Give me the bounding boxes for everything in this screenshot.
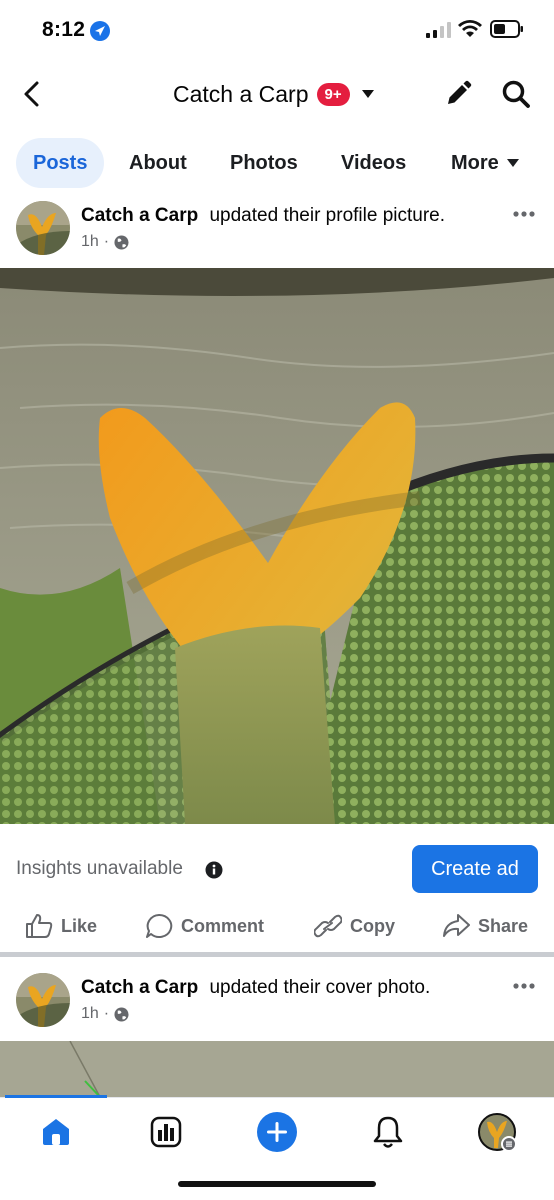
comment-button[interactable]: Comment [145,905,264,947]
post-action-text: updated their profile picture. [209,205,446,226]
link-icon [314,914,342,938]
page-avatar[interactable] [16,201,70,255]
post-author[interactable]: Catch a Carp [81,205,198,226]
post-meta: 1h · [81,1005,129,1023]
thumbs-up-icon [26,914,53,938]
post-actions: Like Comment Copy Share [0,905,554,947]
signal-icon [426,22,451,38]
meta-separator: · [103,233,110,250]
insights-text: Insights unavailable [16,858,183,879]
page-switcher[interactable]: Catch a Carp 9+ [173,80,374,108]
globe-icon [114,1006,129,1022]
create-ad-button[interactable]: Create ad [412,845,538,893]
plus-icon [257,1112,297,1152]
insights-icon [150,1116,182,1148]
page-avatar[interactable] [16,973,70,1027]
post-headline: Catch a Carp updated their cover photo. [81,977,430,999]
location-arrow-icon [90,21,110,41]
share-icon [443,914,470,937]
active-tab-indicator [5,1095,107,1098]
cover-photo[interactable] [0,1041,554,1097]
bottom-nav [0,1095,554,1200]
notification-badge: 9+ [316,82,350,106]
nav-home[interactable] [36,1112,76,1152]
comment-icon [146,913,173,938]
nav-profile[interactable] [477,1112,517,1152]
status-time: 8:12 [42,18,86,41]
battery-icon [490,20,523,38]
post-time[interactable]: 1h [81,1005,99,1023]
caret-down-icon [361,90,374,98]
nav-create[interactable] [257,1112,297,1152]
post-photo[interactable] [0,268,554,824]
page-tabs: Posts About Photos Videos More [0,138,554,188]
tab-more-label: More [451,152,499,174]
like-button[interactable]: Like [25,905,97,947]
post-header: Catch a Carp updated their profile pictu… [0,201,554,267]
bell-icon [373,1116,403,1148]
feed-divider [0,952,554,957]
tab-more[interactable]: More [451,138,519,188]
caret-down-icon [506,159,519,167]
wifi-icon [458,20,482,37]
page-title: Catch a Carp [173,80,309,107]
post-header: Catch a Carp updated their cover photo. … [0,973,554,1039]
home-icon [43,1119,69,1145]
post-time[interactable]: 1h [81,233,99,251]
tab-videos[interactable]: Videos [341,138,406,188]
search-icon[interactable] [501,79,531,109]
nav-insights[interactable] [146,1112,186,1152]
tab-about[interactable]: About [129,138,187,188]
nav-notifications[interactable] [368,1112,408,1152]
copy-label: Copy [350,915,395,936]
pencil-icon[interactable] [444,80,472,108]
post-action-text: updated their cover photo. [209,977,431,998]
post-meta: 1h · [81,233,129,251]
status-bar: 8:12 [0,0,554,62]
post-author[interactable]: Catch a Carp [81,977,198,998]
tab-posts[interactable]: Posts [16,138,105,188]
like-label: Like [61,915,98,936]
copy-button[interactable]: Copy [314,905,395,947]
tab-photos[interactable]: Photos [230,138,298,188]
share-label: Share [478,915,529,936]
info-icon[interactable] [205,861,223,879]
avatar [478,1113,517,1152]
comment-label: Comment [181,915,265,936]
globe-icon [114,234,129,250]
post-headline: Catch a Carp updated their profile pictu… [81,205,445,227]
meta-separator: · [103,1005,110,1022]
home-indicator [178,1181,376,1187]
share-button[interactable]: Share [442,905,528,947]
more-dots-icon[interactable] [513,211,535,217]
more-dots-icon[interactable] [513,983,535,989]
page-header: Catch a Carp 9+ [0,62,554,126]
insights-bar: Insights unavailable Create ad [0,845,554,895]
back-chevron-icon[interactable] [20,80,44,108]
